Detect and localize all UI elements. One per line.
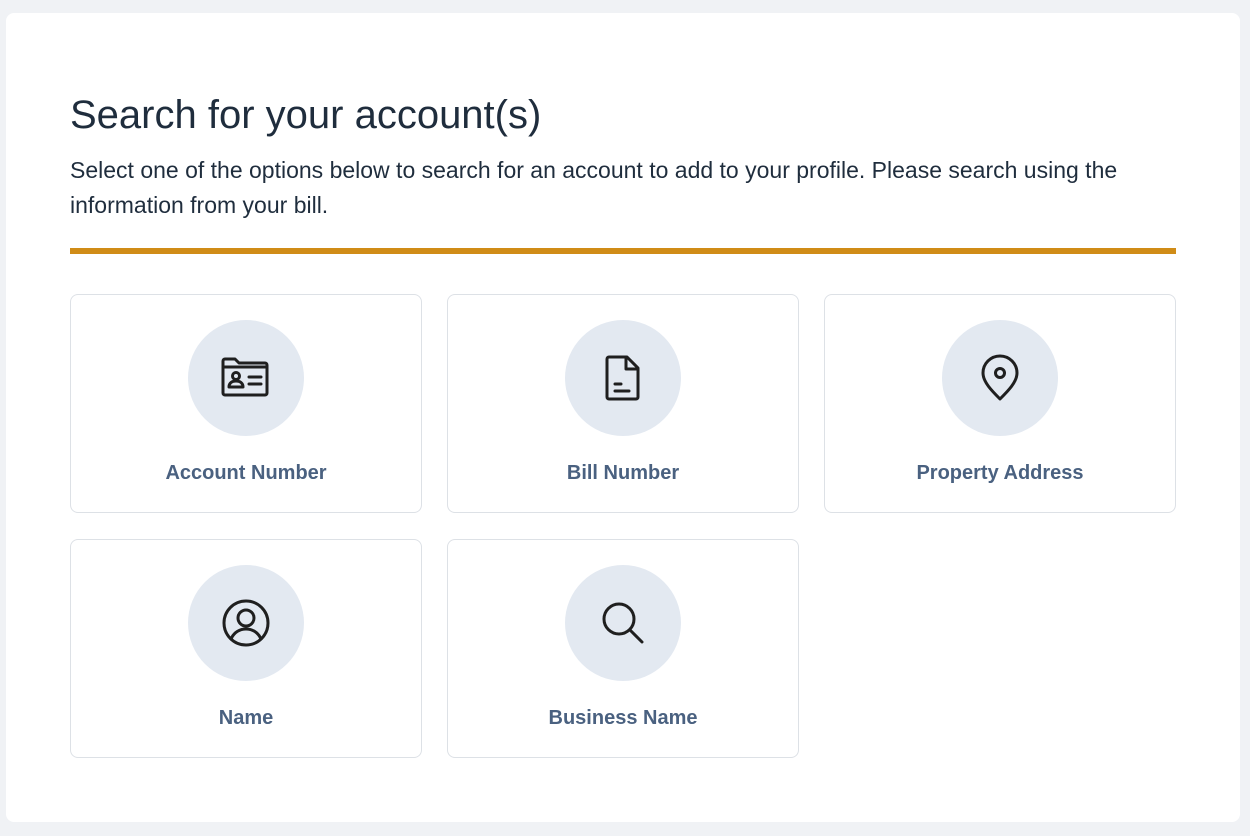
option-card-name[interactable]: Name	[70, 539, 422, 758]
option-card-property-address[interactable]: Property Address	[824, 294, 1176, 513]
icon-circle	[942, 320, 1058, 436]
account-folder-icon	[221, 357, 269, 397]
option-card-bill-number[interactable]: Bill Number	[447, 294, 799, 513]
page-description: Select one of the options below to searc…	[70, 157, 1118, 218]
search-icon	[602, 602, 644, 644]
icon-circle	[188, 320, 304, 436]
icon-circle	[565, 565, 681, 681]
icon-circle	[565, 320, 681, 436]
option-label: Name	[218, 707, 274, 729]
document-icon	[605, 355, 640, 401]
option-label: Business Name	[548, 707, 698, 729]
option-card-account-number[interactable]: Account Number	[70, 294, 422, 513]
search-panel: Search for your account(s) Select one of…	[6, 13, 1240, 822]
page-title: Search for your account(s)	[70, 93, 542, 137]
user-circle-icon	[222, 599, 270, 647]
accent-divider	[70, 248, 1176, 254]
map-pin-icon	[981, 354, 1019, 401]
option-card-business-name[interactable]: Business Name	[447, 539, 799, 758]
option-label: Account Number	[165, 462, 327, 484]
icon-circle	[188, 565, 304, 681]
option-label: Property Address	[916, 462, 1084, 484]
option-label: Bill Number	[566, 462, 680, 484]
